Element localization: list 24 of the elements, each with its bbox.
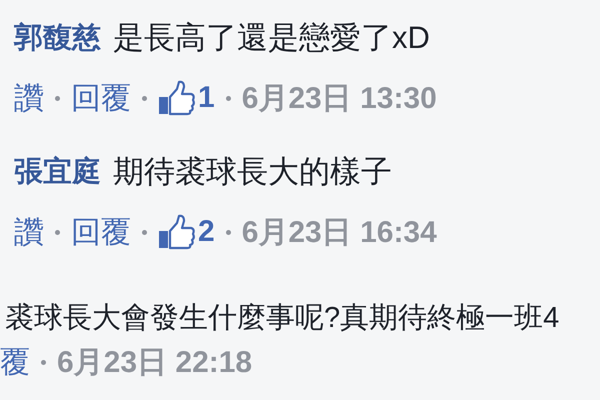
timestamp-link[interactable]: 6月23日 16:34 bbox=[242, 212, 437, 252]
separator-dot bbox=[142, 230, 147, 234]
separator-dot bbox=[142, 96, 147, 100]
thumbs-up-icon bbox=[158, 80, 196, 116]
separator-dot bbox=[226, 230, 231, 234]
like-count: 1 bbox=[198, 81, 215, 115]
like-count: 2 bbox=[198, 215, 215, 249]
reply-link[interactable]: 回覆 bbox=[71, 78, 131, 118]
like-link[interactable]: 讚 bbox=[14, 212, 44, 252]
timestamp-link[interactable]: 6月23日 13:30 bbox=[242, 78, 437, 118]
separator-dot bbox=[41, 360, 46, 364]
comment-text: 裘球長大會發生什麼事呢?真期待終極一班4 bbox=[5, 301, 560, 336]
author-name[interactable]: 張宜庭 bbox=[14, 152, 101, 192]
timestamp-link[interactable]: 6月23日 22:18 bbox=[57, 342, 252, 382]
reply-link[interactable]: 回覆 bbox=[71, 212, 131, 252]
like-link[interactable]: 讚 bbox=[14, 78, 44, 118]
thumbs-up-icon bbox=[158, 214, 196, 250]
separator-dot bbox=[226, 96, 231, 100]
comment-text: 期待裘球長大的樣子 bbox=[113, 153, 392, 191]
separator-dot bbox=[55, 230, 60, 234]
comment-text: 是長高了還是戀愛了xD bbox=[113, 19, 430, 57]
separator-dot bbox=[55, 96, 60, 100]
author-name[interactable]: 郭馥慈 bbox=[14, 18, 101, 58]
reply-link[interactable]: 覆 bbox=[0, 342, 30, 382]
